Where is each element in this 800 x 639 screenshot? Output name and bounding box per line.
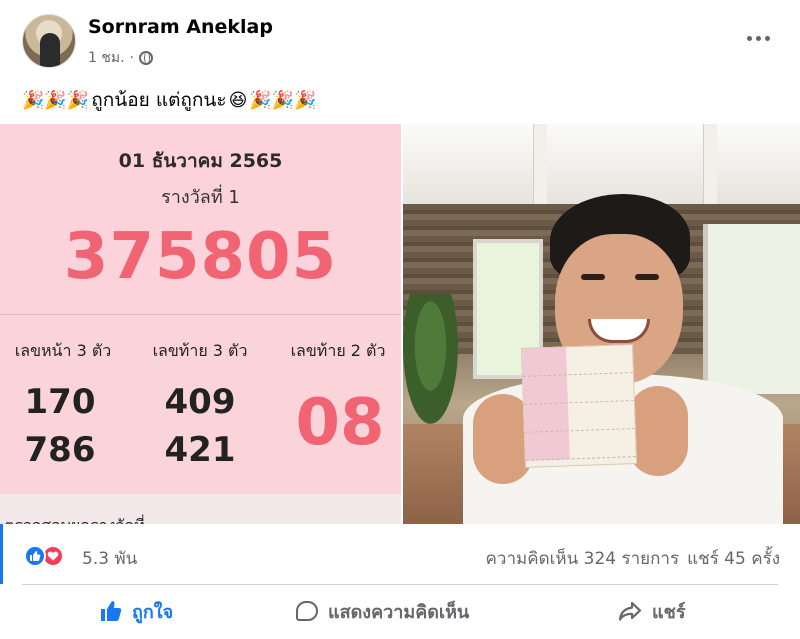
post-caption: 🎉🎉🎉 ถูกน้อย แต่ถูกนะ 😆 🎉🎉🎉 bbox=[22, 85, 317, 115]
lottery-ticket bbox=[520, 344, 638, 468]
lottery-date: 01 ธันวาคม 2565 bbox=[118, 150, 283, 172]
comment-icon bbox=[296, 601, 318, 621]
dot-icon bbox=[755, 35, 761, 41]
photo-beam bbox=[533, 124, 547, 204]
back3-label: เลขท้าย 3 ตัว bbox=[152, 341, 248, 360]
post-time[interactable]: 1 ชม. bbox=[88, 47, 125, 69]
post-photo[interactable] bbox=[403, 124, 800, 524]
back2-value: 08 bbox=[295, 386, 385, 460]
first-prize-number: 375805 bbox=[63, 220, 338, 294]
front3-value: 786 bbox=[24, 430, 96, 470]
share-button[interactable]: แชร์ bbox=[618, 588, 686, 634]
post-meta: 1 ชม. · bbox=[88, 47, 153, 69]
like-label: ถูกใจ bbox=[132, 601, 174, 623]
back3-value: 421 bbox=[164, 430, 236, 470]
avatar[interactable] bbox=[22, 14, 76, 68]
thumbs-up-icon bbox=[100, 600, 122, 622]
reaction-count[interactable]: 5.3 พัน bbox=[82, 545, 137, 572]
like-button[interactable]: ถูกใจ bbox=[100, 588, 173, 634]
front3-value: 170 bbox=[24, 382, 96, 422]
dot-icon bbox=[764, 35, 770, 41]
meta-separator: · bbox=[129, 50, 134, 66]
photo-beam bbox=[703, 124, 717, 204]
lottery-divider bbox=[0, 314, 401, 315]
first-prize-label: รางวัลที่ 1 bbox=[161, 187, 240, 208]
front3-label: เลขหน้า 3 ตัว bbox=[14, 341, 112, 360]
photo-plant bbox=[403, 294, 458, 424]
reaction-icons[interactable] bbox=[24, 545, 64, 567]
post-stats: ความคิดเห็น 324 รายการ แชร์ 45 ครั้ง bbox=[486, 545, 780, 572]
party-popper-icon: 🎉🎉🎉 bbox=[249, 89, 317, 111]
globe-icon[interactable] bbox=[139, 51, 153, 65]
thumbs-up-icon bbox=[24, 545, 46, 567]
dot-icon bbox=[746, 35, 752, 41]
photo-ceiling bbox=[403, 124, 800, 204]
comment-label: แสดงความคิดเห็น bbox=[328, 601, 470, 623]
back2-label: เลขท้าย 2 ตัว bbox=[290, 341, 386, 360]
post-header: Sornram Aneklap 1 ชม. · bbox=[0, 0, 800, 80]
back3-value: 409 bbox=[164, 382, 236, 422]
lottery-result-image[interactable]: 01 ธันวาคม 2565 รางวัลที่ 1 375805 เลขหน… bbox=[0, 124, 401, 524]
caption-text: ถูกน้อย แต่ถูกนะ bbox=[91, 89, 227, 111]
party-popper-icon: 🎉🎉🎉 bbox=[22, 89, 90, 111]
divider bbox=[22, 584, 778, 585]
share-label: แชร์ bbox=[652, 601, 686, 623]
lottery-cutoff-text: ตรวจสอบผลรางวัลที่ bbox=[4, 514, 145, 524]
focus-accent bbox=[0, 524, 3, 584]
comment-count[interactable]: ความคิดเห็น 324 รายการ bbox=[486, 545, 680, 572]
comment-button[interactable]: แสดงความคิดเห็น bbox=[296, 588, 469, 634]
author-name[interactable]: Sornram Aneklap bbox=[88, 16, 273, 38]
more-options-button[interactable] bbox=[740, 26, 776, 50]
laughing-face-icon: 😆 bbox=[228, 89, 248, 111]
photo-eye bbox=[635, 274, 659, 280]
photo-window bbox=[703, 224, 800, 394]
share-count[interactable]: แชร์ 45 ครั้ง bbox=[687, 545, 780, 572]
share-icon bbox=[618, 601, 642, 621]
photo-eye bbox=[581, 274, 605, 280]
